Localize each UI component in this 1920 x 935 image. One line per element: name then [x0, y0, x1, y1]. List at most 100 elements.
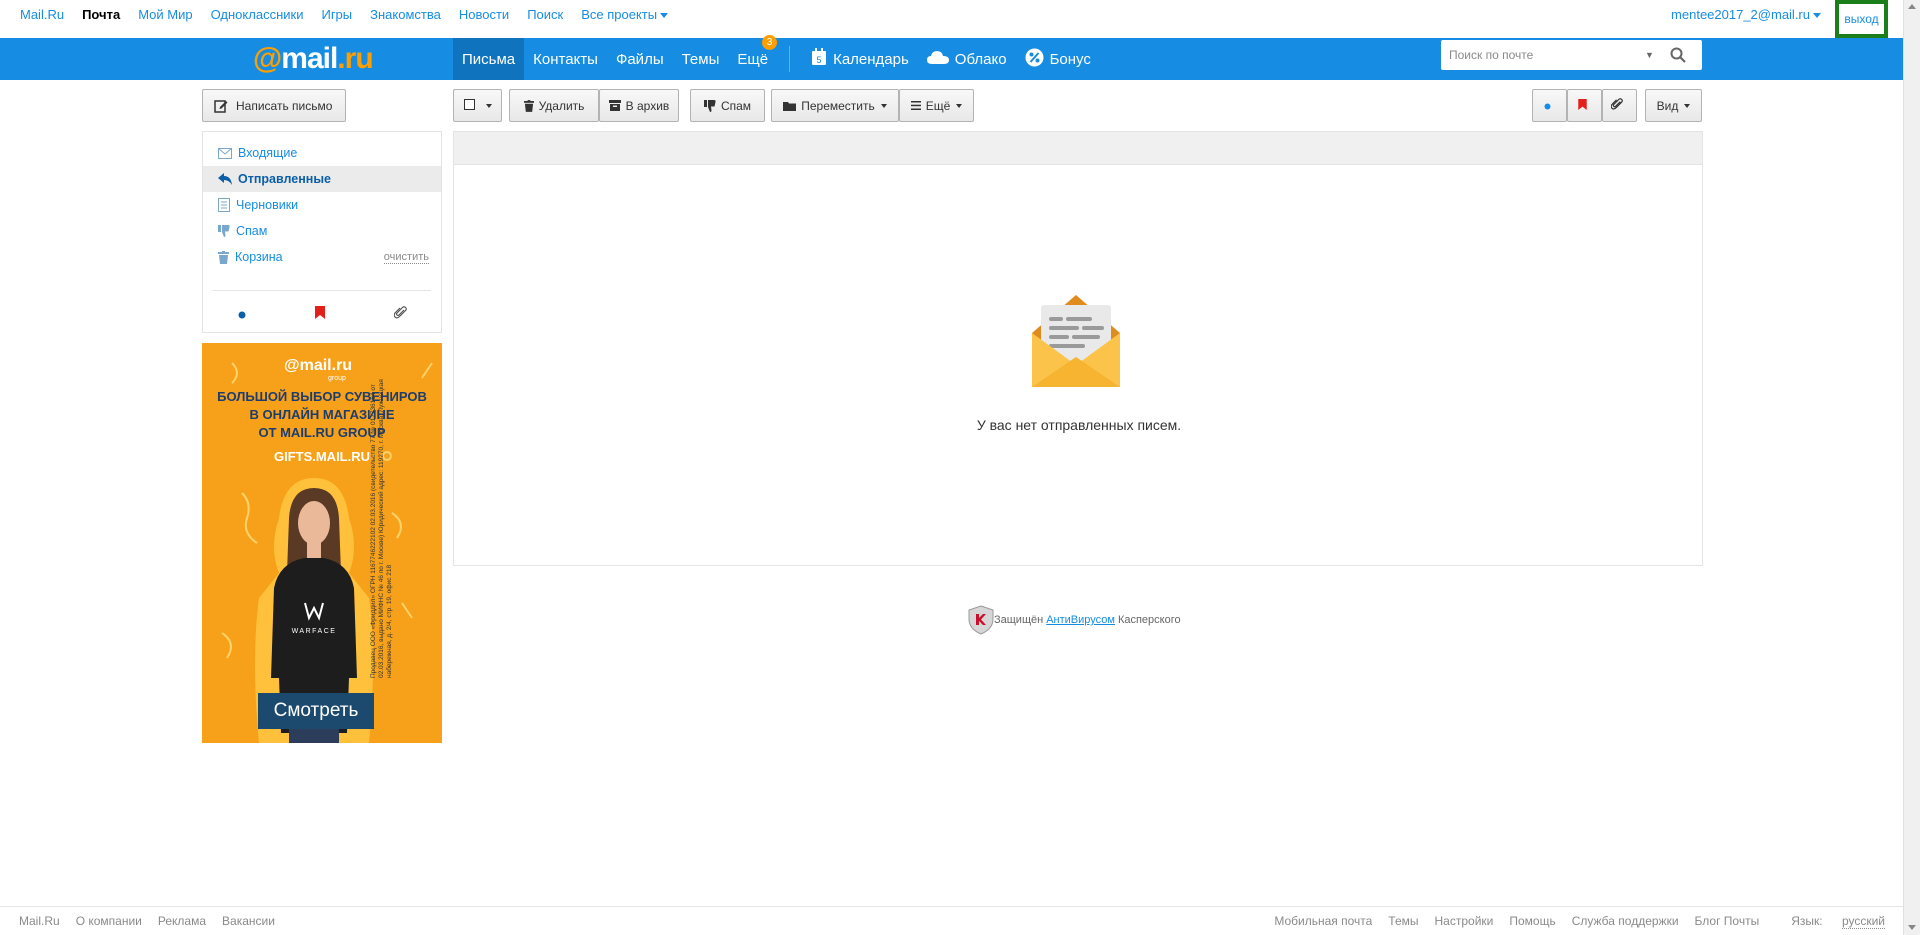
portal-bar: Mail.Ru Почта Мой Мир Одноклассники Игры…	[0, 0, 1903, 38]
footer-link-jobs[interactable]: Вакансии	[222, 914, 275, 928]
ad-shirt-brand: WARFACE	[292, 628, 337, 635]
unread-filter-button[interactable]	[1532, 89, 1567, 122]
portal-link-myworld[interactable]: Мой Мир	[138, 7, 192, 22]
portal-link-mailru[interactable]: Mail.Ru	[20, 7, 64, 22]
footer-link-blog[interactable]: Блог Почты	[1695, 914, 1760, 928]
folder-inbox[interactable]: Входящие	[203, 140, 441, 166]
search-icon[interactable]	[1670, 47, 1686, 63]
flagged-filter-button[interactable]	[1567, 89, 1602, 122]
envelope-icon	[218, 147, 232, 159]
nav-calendar[interactable]: 5 Календарь	[802, 38, 918, 80]
footer-link-help[interactable]: Помощь	[1509, 914, 1555, 928]
mailru-logo[interactable]: @mail.ru	[253, 42, 374, 76]
footer-link-support[interactable]: Служба поддержки	[1572, 914, 1679, 928]
draft-document-icon	[218, 198, 230, 212]
nav-contacts[interactable]: Контакты	[524, 38, 607, 80]
folder-filters	[203, 304, 441, 324]
chevron-down-icon	[956, 103, 963, 108]
more-dropdown[interactable]: Ещё	[899, 89, 974, 122]
search-options-chevron-icon[interactable]: ▼	[1645, 50, 1654, 60]
footer-link-themes[interactable]: Темы	[1388, 914, 1418, 928]
footer-link-mobile[interactable]: Мобильная почта	[1274, 914, 1372, 928]
chevron-down-icon	[660, 13, 669, 19]
attachment-filter-icon[interactable]	[393, 306, 407, 322]
compose-icon	[214, 99, 228, 113]
trash-icon	[523, 99, 534, 112]
footer-link-mailru[interactable]: Mail.Ru	[19, 914, 60, 928]
message-list-header	[453, 131, 1703, 164]
nav-cloud[interactable]: Облако	[918, 38, 1016, 80]
ad-watch-button[interactable]: Смотреть	[258, 693, 374, 729]
portal-link-dating[interactable]: Знакомства	[370, 7, 441, 22]
ad-line-2: В ОНЛАЙН МАГАЗИНЕ	[249, 407, 395, 422]
cloud-icon	[926, 50, 949, 69]
select-all-dropdown[interactable]	[453, 89, 502, 122]
folder-drafts[interactable]: Черновики	[203, 192, 441, 218]
nav-letters[interactable]: Письма	[453, 38, 525, 80]
move-dropdown[interactable]: Переместить	[771, 89, 899, 122]
unread-dot-icon	[1544, 99, 1556, 113]
nav-themes[interactable]: Темы	[673, 38, 729, 80]
ad-banner[interactable]: @mail.ru group БОЛЬШОЙ ВЫБОР СУВЕНИРОВ В…	[202, 343, 442, 743]
kaspersky-link[interactable]: АнтиВирусом	[1046, 614, 1115, 626]
footer-left-links: Mail.Ru О компании Реклама Вакансии	[19, 914, 291, 928]
spam-label: Спам	[720, 98, 752, 113]
move-label: Переместить	[801, 98, 875, 113]
delete-button[interactable]: Удалить	[509, 89, 599, 122]
footer-link-about[interactable]: О компании	[76, 914, 142, 928]
archive-label: В архив	[625, 98, 670, 113]
nav-more[interactable]: Ещё 3	[728, 35, 778, 80]
chevron-down-icon	[1684, 103, 1691, 108]
reply-arrow-icon	[218, 173, 232, 185]
portal-link-mail[interactable]: Почта	[82, 7, 120, 22]
user-email-dropdown[interactable]: mentee2017_2@mail.ru	[1671, 7, 1821, 22]
nav-divider	[789, 46, 791, 72]
portal-link-ok[interactable]: Одноклассники	[211, 7, 304, 22]
nav-files[interactable]: Файлы	[607, 38, 673, 80]
scroll-down-arrow-icon[interactable]	[1908, 925, 1916, 930]
folder-drafts-label: Черновики	[236, 198, 299, 212]
view-label: Вид	[1656, 98, 1679, 113]
folder-sent-label: Отправленные	[238, 172, 331, 186]
archive-button[interactable]: В архив	[599, 89, 679, 122]
portal-link-games[interactable]: Игры	[321, 7, 352, 22]
scroll-up-arrow-icon[interactable]	[1908, 4, 1916, 9]
header-nav: Письма Контакты Файлы Темы Ещё 3 5 Календ…	[453, 35, 1100, 80]
kaspersky-prefix: Защищён	[994, 614, 1044, 626]
ad-line-1: БОЛЬШОЙ ВЫБОР СУВЕНИРОВ	[217, 389, 427, 404]
portal-link-search[interactable]: Поиск	[527, 7, 563, 22]
clean-trash-link[interactable]: очистить	[383, 251, 429, 264]
footer-link-settings[interactable]: Настройки	[1435, 914, 1494, 928]
view-dropdown[interactable]: Вид	[1645, 89, 1702, 122]
all-projects-dropdown[interactable]: Все проекты	[581, 7, 669, 22]
nav-bonus[interactable]: Бонус	[1016, 38, 1100, 80]
search-input[interactable]	[1441, 41, 1631, 69]
footer: Mail.Ru О компании Реклама Вакансии Моби…	[0, 906, 1903, 935]
bonus-percent-icon	[1025, 48, 1044, 71]
archive-icon	[608, 100, 621, 111]
folder-trash[interactable]: Корзина очистить	[203, 244, 441, 270]
footer-language[interactable]: Язык: русский	[1775, 914, 1885, 929]
logo-at: @	[253, 42, 282, 75]
checkbox-icon	[463, 98, 480, 113]
svg-text:5: 5	[817, 55, 822, 65]
empty-state-message: У вас нет отправленных писем.	[976, 417, 1182, 433]
attachment-filter-button[interactable]	[1602, 89, 1637, 122]
logo-ru: ru	[344, 42, 374, 75]
nav-cloud-label: Облако	[954, 50, 1007, 68]
ad-logo-group: group	[328, 375, 346, 382]
folder-spam[interactable]: Спам	[203, 218, 441, 244]
logout-link[interactable]: выход	[1844, 12, 1878, 26]
unread-filter-dot-icon[interactable]	[238, 307, 246, 322]
spam-button[interactable]: Спам	[690, 89, 765, 122]
folders-divider	[213, 290, 431, 291]
folder-sent[interactable]: Отправленные	[203, 166, 441, 192]
footer-link-ads[interactable]: Реклама	[158, 914, 206, 928]
empty-mailbox-envelope-icon	[1032, 295, 1120, 387]
portal-link-news[interactable]: Новости	[459, 7, 509, 22]
footer-right-links: Мобильная почта Темы Настройки Помощь Сл…	[1258, 914, 1885, 929]
nav-more-label: Ещё	[737, 50, 769, 68]
compose-button[interactable]: Написать письмо	[202, 89, 346, 122]
flag-filter-icon[interactable]	[314, 306, 325, 322]
page-scrollbar[interactable]	[1903, 0, 1920, 935]
